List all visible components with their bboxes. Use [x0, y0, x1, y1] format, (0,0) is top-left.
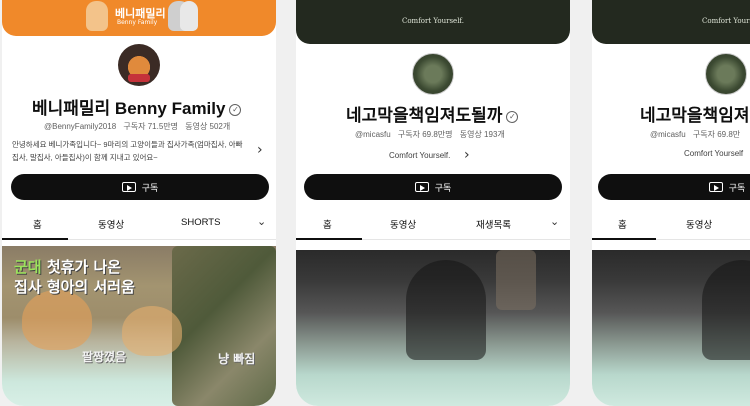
- channel-meta: @micasfu 구독자 69.8만: [650, 129, 745, 140]
- cat-illustration-icon: [86, 1, 108, 31]
- channel-name: 네고막을책임져도될까 ✓: [346, 101, 519, 126]
- person-silhouette: [702, 260, 750, 360]
- youtube-play-icon: [708, 182, 723, 192]
- thumbnail-caption-small: 팔짱꼈음: [82, 350, 127, 364]
- channel-meta: @micasfu 구독자 69.8만명 동영상 193개: [355, 129, 510, 140]
- channel-description[interactable]: Comfort Yourself: [684, 149, 743, 158]
- channel-avatar[interactable]: [705, 53, 747, 95]
- tab-active-indicator: [296, 238, 362, 240]
- channel-name: 베니패밀리 Benny Family ✓: [32, 94, 242, 119]
- channel-card-micasfu-duplicate: Comfort Yourself. 네고막을책임져 @micasfu 구독자 6…: [592, 0, 750, 406]
- subscribe-label: 구독: [141, 183, 159, 194]
- channel-tabs: 홈 동영상 재생목록 ⌄: [296, 210, 570, 240]
- channel-meta: @BennyFamily2018 구독자 71.5만명 동영상 502개: [44, 121, 235, 132]
- banner-text: Comfort Yourself.: [702, 17, 750, 25]
- subscriber-count: 구독자 69.8만: [692, 130, 741, 139]
- subscriber-count: 구독자 69.8만명: [397, 130, 453, 139]
- channel-banner: 베니패밀리 Benny Family: [2, 0, 276, 36]
- youtube-play-icon: [414, 182, 429, 192]
- banner-text: Comfort Yourself.: [401, 17, 465, 25]
- channel-handle: @micasfu: [355, 130, 391, 139]
- tab-home[interactable]: 홈: [618, 217, 627, 231]
- channel-avatar[interactable]: [412, 53, 454, 95]
- video-count: 동영상 502개: [185, 122, 231, 131]
- subscribe-button[interactable]: 구독: [304, 174, 562, 200]
- subscribe-label: 구독: [434, 183, 452, 194]
- channel-card-micasfu: Comfort Yourself. 네고막을책임져도될까 ✓ @micasfu 구…: [296, 0, 570, 406]
- channel-handle: @BennyFamily2018: [44, 122, 117, 131]
- caption-rest: 첫휴가 나온: [41, 258, 122, 276]
- channel-card-benny: 베니패밀리 Benny Family 베니패밀리 Benny Family ✓ @…: [2, 0, 276, 406]
- channel-name-text: 네고막을책임져도될까: [346, 106, 503, 125]
- verified-check-icon: ✓: [229, 103, 242, 116]
- hand-image: [496, 250, 536, 310]
- thumbnail-caption-line2: 집사 형아의 서러움: [14, 278, 135, 296]
- tab-active-indicator: [2, 238, 68, 240]
- channel-banner: Comfort Yourself.: [592, 0, 750, 44]
- chevron-right-icon[interactable]: ›: [257, 142, 263, 158]
- channel-avatar[interactable]: [118, 44, 160, 86]
- chevron-right-icon[interactable]: ›: [464, 147, 470, 163]
- tab-videos[interactable]: 동영상: [686, 217, 712, 231]
- channel-handle: @micasfu: [650, 130, 686, 139]
- banner-logo-subtitle: Benny Family: [117, 19, 158, 26]
- chevron-down-icon[interactable]: ⌄: [257, 215, 266, 228]
- cat-image: [122, 306, 182, 356]
- cat-image: [22, 290, 92, 350]
- video-count: 동영상 193개: [459, 130, 505, 139]
- youtube-play-icon: [121, 182, 136, 192]
- screenshot-stage: 베니패밀리 Benny Family 베니패밀리 Benny Family ✓ @…: [0, 0, 750, 406]
- tab-playlists[interactable]: 재생목록: [476, 217, 511, 231]
- video-thumbnail[interactable]: [296, 250, 570, 406]
- subscriber-count: 구독자 71.5만명: [123, 122, 178, 131]
- channel-name-text: 베니패밀리 Benny Family: [32, 99, 226, 118]
- subscribe-button[interactable]: 구독: [598, 174, 750, 200]
- camo-sleeve: [172, 246, 276, 406]
- channel-description[interactable]: 안녕하세요 베니가족입니다~ 9마리의 고양이들과 집사가족(엄마집사, 아빠집…: [12, 138, 248, 164]
- channel-description[interactable]: Comfort Yourself.: [389, 151, 450, 160]
- tab-active-indicator: [592, 238, 656, 240]
- channel-name: 네고막을책임져: [640, 106, 750, 125]
- caption-highlight: 군대: [14, 258, 42, 276]
- tab-home[interactable]: 홈: [33, 217, 42, 231]
- subscribe-label: 구독: [728, 183, 746, 194]
- tab-home[interactable]: 홈: [323, 217, 332, 231]
- verified-check-icon: ✓: [506, 110, 519, 123]
- video-thumbnail[interactable]: [592, 250, 750, 406]
- thumbnail-caption-small: 냥 빠짐: [218, 352, 256, 366]
- channel-tabs: 홈 동영상: [592, 210, 750, 240]
- channel-banner: Comfort Yourself.: [296, 0, 570, 44]
- person-silhouette: [406, 260, 486, 360]
- subscribe-button[interactable]: 구독: [11, 174, 269, 200]
- chevron-down-icon[interactable]: ⌄: [550, 215, 559, 228]
- cat-illustration-icon: [180, 1, 198, 31]
- tab-videos[interactable]: 동영상: [390, 217, 416, 231]
- thumbnail-caption-line1: 군대 첫휴가 나온: [14, 256, 121, 277]
- tab-videos[interactable]: 동영상: [98, 217, 124, 231]
- channel-tabs: 홈 동영상 SHORTS ⌄: [2, 210, 276, 240]
- tab-shorts[interactable]: SHORTS: [181, 217, 220, 228]
